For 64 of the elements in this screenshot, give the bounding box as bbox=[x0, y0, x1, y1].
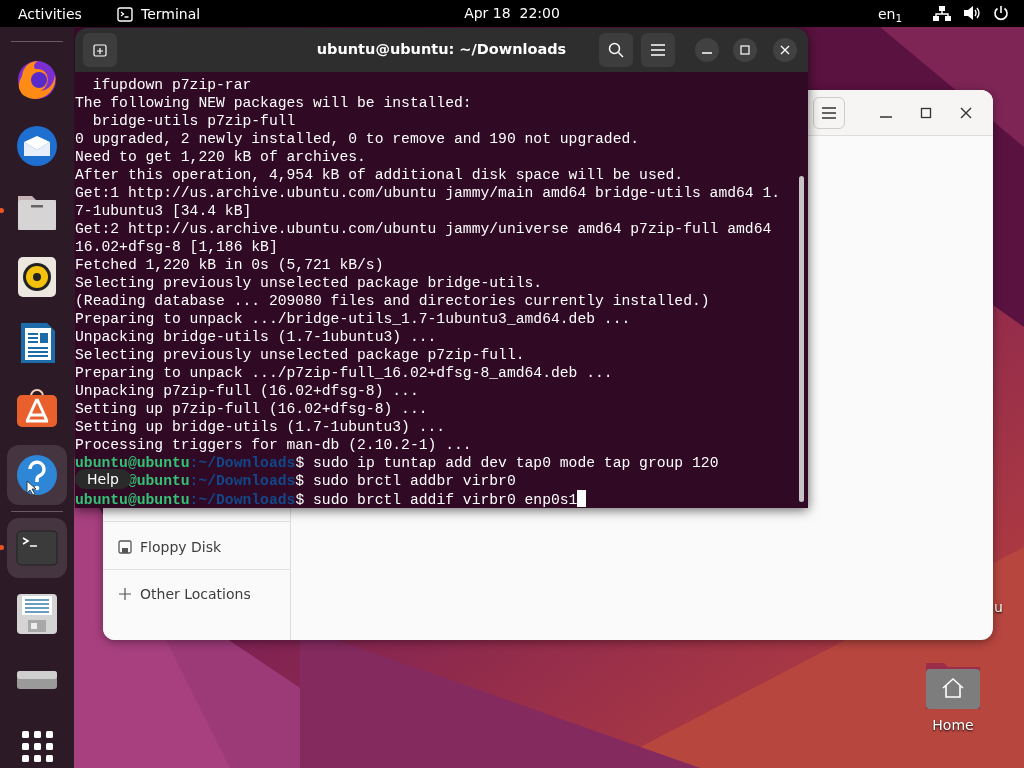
prompt-user: ubuntu@ubuntu bbox=[75, 492, 190, 508]
help-icon[interactable] bbox=[14, 452, 60, 498]
terminal-icon bbox=[117, 7, 133, 22]
prompt-user: ubuntu@ubuntu bbox=[75, 455, 190, 471]
prompt-path: :~/Downloads bbox=[189, 492, 296, 508]
menu-button[interactable] bbox=[641, 33, 675, 67]
terminal-output-line: Preparing to unpack .../p7zip-full_16.02+dfsg-8_amd64.deb ... bbox=[75, 365, 613, 381]
menu-icon bbox=[651, 44, 665, 56]
new-tab-button[interactable] bbox=[83, 33, 117, 67]
sidebar-item[interactable]: Floppy Disk bbox=[103, 524, 291, 570]
terminal-output-line: Need to get 1,220 kB of archives. bbox=[75, 149, 366, 165]
terminal-output-line: After this operation, 4,954 kB of additional disk space will be used. bbox=[75, 167, 684, 183]
menu-icon bbox=[822, 106, 836, 119]
minimize-button[interactable] bbox=[695, 38, 719, 62]
search-icon bbox=[608, 42, 624, 58]
terminal-output-line: 0 upgraded, 2 newly installed, 0 to remove and 190 not upgraded. bbox=[75, 131, 640, 147]
terminal-output-line: 7-1ubuntu3 [34.4 kB] bbox=[75, 203, 252, 219]
terminal-output-line: (Reading database ... 209080 files and directories currently installed.) bbox=[75, 293, 710, 309]
input-source-indicator[interactable]: en$_{1}$ bbox=[878, 4, 903, 25]
plus-icon bbox=[118, 587, 132, 601]
new-tab-icon bbox=[93, 43, 107, 57]
terminal-output-line: The following NEW packages will be installed: bbox=[75, 95, 472, 111]
terminal-output-line: Unpacking bridge-utils (1.7-1ubuntu3) ... bbox=[75, 329, 437, 345]
terminal-output-line: 16.02+dfsg-8 [1,186 kB] bbox=[75, 239, 278, 255]
close-icon bbox=[960, 106, 972, 119]
drive-icon bbox=[118, 540, 132, 554]
terminal-output-line: bridge-utils p7zip-full bbox=[91, 113, 296, 129]
network-icon[interactable] bbox=[933, 5, 951, 21]
terminal-output-line: Processing triggers for man-db (2.10.2-1) ... bbox=[75, 437, 472, 453]
clock[interactable]: Apr 18 22:00 bbox=[464, 3, 560, 24]
icon-label: Home bbox=[932, 716, 974, 735]
terminal-output-line: Get:1 http://us.archive.ubuntu.com/ubuntu jammy/main amd64 bridge-utils amd64 1. bbox=[75, 185, 781, 201]
terminal-output-line: Setting up bridge-utils (1.7-1ubuntu3) ... bbox=[75, 419, 446, 435]
maximize-icon bbox=[920, 106, 932, 119]
sidebar-item[interactable]: Other Locations bbox=[103, 571, 291, 617]
volume-icon[interactable] bbox=[963, 5, 981, 21]
prompt-path: :~/Downloads bbox=[189, 455, 296, 471]
terminal-output-line: Setting up p7zip-full (16.02+dfsg-8) ... bbox=[75, 401, 428, 417]
maximize-button[interactable] bbox=[733, 38, 757, 62]
icon-label: u bbox=[994, 598, 1003, 617]
minimize-icon bbox=[880, 115, 892, 118]
close-button[interactable] bbox=[773, 38, 797, 62]
command-text: $ sudo brctl addbr virbr0 bbox=[295, 473, 516, 489]
search-button[interactable] bbox=[599, 33, 633, 67]
terminal-output-line: Selecting previously unselected package bridge-utils. bbox=[75, 275, 543, 291]
maximize-icon bbox=[740, 45, 750, 55]
activities-button[interactable]: Activities bbox=[18, 4, 82, 25]
power-icon[interactable] bbox=[993, 5, 1009, 21]
terminal-output-line: Unpacking p7zip-full (16.02+dfsg-8) ... bbox=[75, 383, 419, 399]
terminal-output-line: Selecting previously unselected package p7zip-full. bbox=[75, 347, 525, 363]
app-menu-label[interactable]: Terminal bbox=[141, 4, 201, 25]
terminal-output-line: Get:2 http://us.archive.ubuntu.com/ubuntu jammy/universe amd64 p7zip-full amd64 bbox=[75, 221, 772, 237]
scrollbar[interactable] bbox=[799, 176, 804, 502]
minimize-icon bbox=[702, 52, 712, 54]
command-text: $ sudo ip tuntap add dev tap0 mode tap group 120 bbox=[295, 455, 719, 471]
window-title: ubuntu@ubuntu: ~/Downloads bbox=[316, 40, 567, 60]
close-icon bbox=[780, 45, 790, 55]
terminal-output-line: Fetched 1,220 kB in 0s (5,721 kB/s) bbox=[75, 257, 384, 273]
command-text: $ sudo brctl addif virbr0 enp0s1 bbox=[295, 492, 578, 508]
menu-button[interactable] bbox=[813, 96, 845, 129]
dock-item[interactable] bbox=[7, 445, 67, 505]
terminal-output-line: ifupdown p7zip-rar bbox=[91, 77, 252, 93]
prompt-path: :~/Downloads bbox=[189, 473, 296, 489]
terminal-output-line: Preparing to unpack .../bridge-utils_1.7-1ubuntu3_amd64.deb ... bbox=[75, 311, 631, 327]
